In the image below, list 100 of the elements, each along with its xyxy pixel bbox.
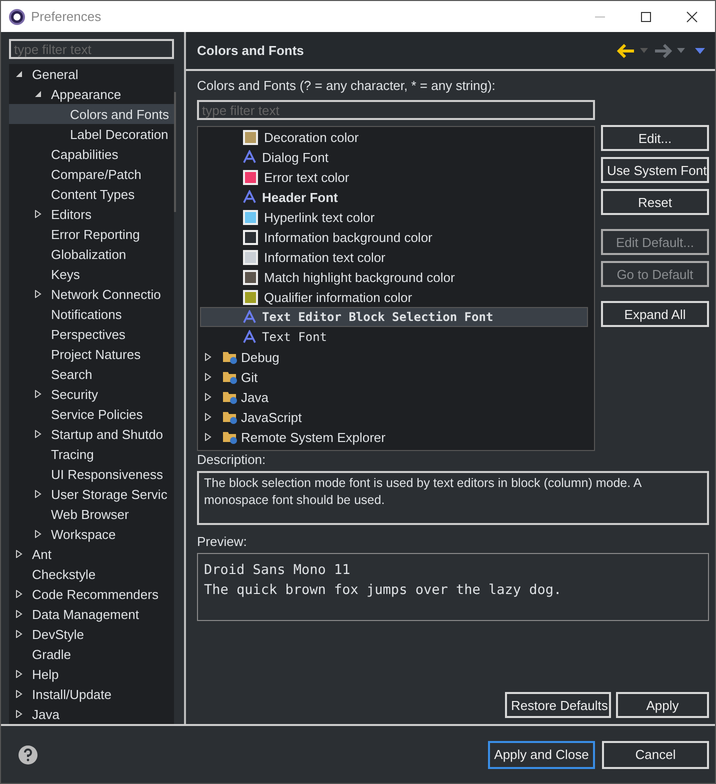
tree-item[interactable]: Appearance: [9, 84, 174, 104]
tree-item[interactable]: Web Browser: [9, 504, 174, 524]
list-item[interactable]: Text Editor Block Selection Font: [200, 307, 588, 327]
tree-item[interactable]: Ant: [9, 544, 174, 564]
tree-item[interactable]: Gradle: [9, 644, 174, 664]
tree-item[interactable]: Error Reporting: [9, 224, 174, 244]
side-button[interactable]: Use System Font: [601, 157, 709, 183]
expand-icon[interactable]: [34, 490, 42, 498]
tree-item[interactable]: Install/Update: [9, 684, 174, 704]
side-button[interactable]: Expand All: [601, 301, 709, 327]
tree-item[interactable]: Compare/Patch: [9, 164, 174, 184]
collapse-icon[interactable]: [34, 90, 42, 98]
tree-item[interactable]: Java: [9, 704, 174, 724]
tree-item[interactable]: Label Decoration: [9, 124, 174, 144]
window-title: Preferences: [31, 9, 102, 24]
tree-item[interactable]: Keys: [9, 264, 174, 284]
list-item[interactable]: Text Font: [198, 327, 594, 347]
folder-icon: [222, 349, 238, 365]
filter-field[interactable]: type filter text: [197, 100, 595, 120]
tree-item[interactable]: User Storage Servic: [9, 484, 174, 504]
font-icon: [243, 190, 256, 204]
tree-item[interactable]: Capabilities: [9, 144, 174, 164]
close-icon[interactable]: [686, 10, 698, 22]
tree-item[interactable]: Network Connectio: [9, 284, 174, 304]
preview-text: The quick brown fox jumps over the lazy dog.: [204, 581, 563, 600]
list-item[interactable]: JavaScript: [198, 407, 594, 427]
list-item[interactable]: Match highlight background color: [198, 267, 594, 287]
expand-icon[interactable]: [15, 610, 23, 618]
expand-icon[interactable]: [15, 710, 23, 718]
folder-icon: [222, 409, 238, 425]
help-icon[interactable]: [18, 744, 38, 764]
side-button[interactable]: Reset: [601, 189, 709, 215]
expand-icon[interactable]: [204, 433, 212, 441]
list-item[interactable]: Information text color: [198, 247, 594, 267]
expand-icon[interactable]: [15, 670, 23, 678]
list-item[interactable]: Hyperlink text color: [198, 207, 594, 227]
list-item[interactable]: Dialog Font: [198, 147, 594, 167]
tree-item[interactable]: Help: [9, 664, 174, 684]
tree-item[interactable]: General: [9, 64, 174, 84]
expand-icon[interactable]: [34, 430, 42, 438]
tree-item[interactable]: Perspectives: [9, 324, 174, 344]
menu-icon[interactable]: [695, 48, 705, 54]
list-item[interactable]: Java: [198, 387, 594, 407]
list-item[interactable]: Information background color: [198, 227, 594, 247]
expand-icon[interactable]: [204, 373, 212, 381]
tree-item[interactable]: Startup and Shutdo: [9, 424, 174, 444]
list-item[interactable]: Decoration color: [198, 127, 594, 147]
tree-item[interactable]: Code Recommenders: [9, 584, 174, 604]
page-button[interactable]: Restore Defaults: [505, 692, 611, 718]
font-icon: [243, 330, 256, 344]
expand-icon[interactable]: [15, 630, 23, 638]
tree-item[interactable]: Project Natures: [9, 344, 174, 364]
expand-icon[interactable]: [34, 530, 42, 538]
folder-icon: [222, 429, 238, 445]
list-item[interactable]: Git: [198, 367, 594, 387]
list-item[interactable]: Error text color: [198, 167, 594, 187]
tree-item[interactable]: Security: [9, 384, 174, 404]
tree-item[interactable]: Notifications: [9, 304, 174, 324]
expand-icon[interactable]: [15, 690, 23, 698]
expand-icon[interactable]: [204, 353, 212, 361]
preview-text: Droid Sans Mono 11: [204, 561, 352, 580]
preview-label: Preview:: [197, 533, 248, 551]
expand-icon[interactable]: [204, 393, 212, 401]
expand-icon[interactable]: [34, 390, 42, 398]
tree-item[interactable]: Content Types: [9, 184, 174, 204]
list-item[interactable]: Qualifier information color: [198, 287, 594, 307]
tree-item[interactable]: Workspace: [9, 524, 174, 544]
list-item[interactable]: Remote System Explorer: [198, 427, 594, 447]
collapse-icon[interactable]: [15, 70, 23, 78]
expand-icon[interactable]: [15, 550, 23, 558]
maximize-icon[interactable]: [640, 10, 652, 22]
tree-item[interactable]: UI Responsiveness: [9, 464, 174, 484]
expand-icon[interactable]: [204, 413, 212, 421]
expand-icon[interactable]: [15, 590, 23, 598]
dropdown-caret-icon[interactable]: [677, 48, 685, 53]
tree-item[interactable]: Search: [9, 364, 174, 384]
tree-item[interactable]: Checkstyle: [9, 564, 174, 584]
footer-button[interactable]: Cancel: [602, 740, 709, 768]
tree-item[interactable]: Tracing: [9, 444, 174, 464]
footer-button[interactable]: Apply and Close: [488, 740, 595, 768]
tree-item[interactable]: Editors: [9, 204, 174, 224]
folder-icon: [222, 389, 238, 405]
forward-arrow-icon[interactable]: [654, 44, 672, 58]
font-icon: [243, 310, 256, 324]
expand-icon[interactable]: [34, 290, 42, 298]
filter-field[interactable]: type filter text: [9, 39, 174, 59]
tree-item[interactable]: Globalization: [9, 244, 174, 264]
page-button[interactable]: Apply: [616, 692, 709, 718]
font-icon: [243, 150, 256, 164]
tree-item[interactable]: DevStyle: [9, 624, 174, 644]
list-item[interactable]: Header Font: [198, 187, 594, 207]
tree-item[interactable]: Colors and Fonts: [9, 104, 174, 124]
app-icon: [9, 8, 25, 24]
list-item[interactable]: Debug: [198, 347, 594, 367]
expand-icon[interactable]: [34, 210, 42, 218]
scrollbar[interactable]: [174, 92, 176, 212]
side-button[interactable]: Edit...: [601, 125, 709, 151]
back-arrow-icon[interactable]: [617, 44, 635, 58]
tree-item[interactable]: Data Management: [9, 604, 174, 624]
tree-item[interactable]: Service Policies: [9, 404, 174, 424]
